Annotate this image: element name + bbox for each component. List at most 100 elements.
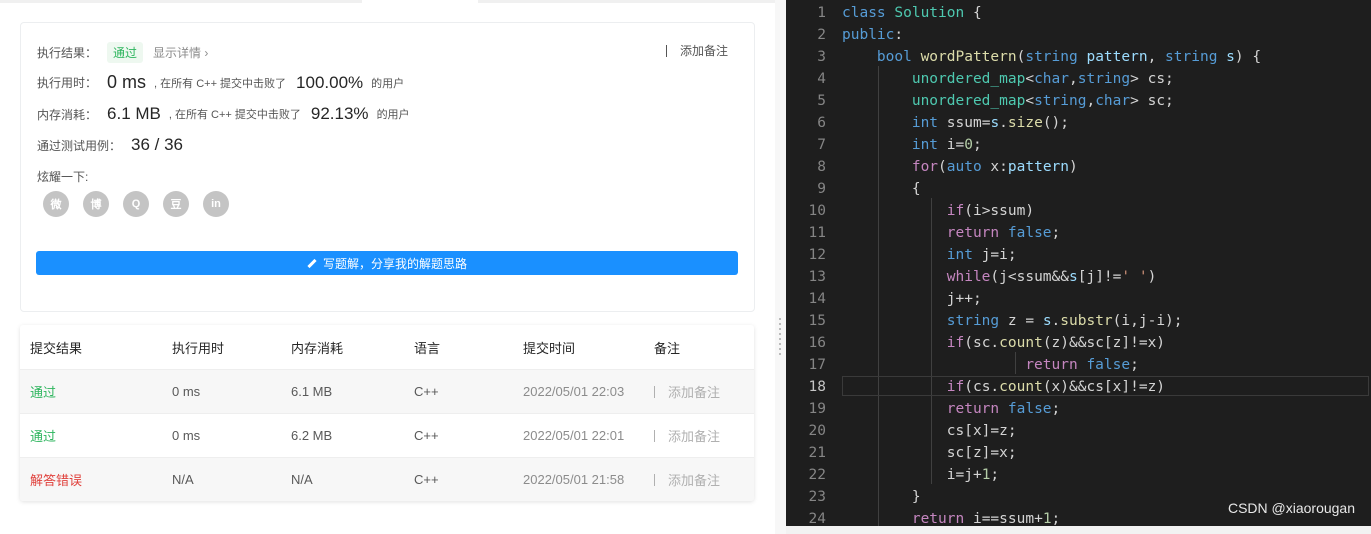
code-text: sc[z]=x; — [842, 445, 1017, 461]
write-solution-label: 写题解，分享我的解题思路 — [322, 256, 467, 271]
code-text: int j=i; — [946, 247, 1017, 263]
code-text: if(cs.count(x)&&cs[x]!=z) — [946, 379, 1166, 395]
douban-icon[interactable]: 豆 — [163, 191, 189, 217]
code-line[interactable]: 11 return false; — [786, 222, 1371, 244]
testcases-row: 通过测试用例： 36 / 36 — [37, 135, 183, 155]
code-text: if(sc.count(z)&&sc[z]!=x) — [946, 335, 1166, 351]
code-text: unordered_map<string,char> sc; — [911, 93, 1174, 109]
panel-divider — [775, 0, 786, 534]
row-language: C++ — [414, 384, 439, 399]
code-text: string z = s.substr(i,j-i); — [946, 313, 1183, 329]
row-result[interactable]: 解答错误 — [30, 458, 82, 501]
wechat-icon[interactable]: 微 — [43, 191, 69, 217]
code-line[interactable]: 19 return false; — [786, 398, 1371, 420]
code-line[interactable]: 23 } — [786, 486, 1371, 508]
row-runtime: N/A — [172, 472, 194, 487]
table-header: 提交结果 执行用时 内存消耗 语言 提交时间 备注 — [20, 325, 754, 370]
code-line[interactable]: 14 j++; — [786, 288, 1371, 310]
pencil-icon — [307, 258, 317, 268]
weibo-icon[interactable]: 博 — [83, 191, 109, 217]
row-result[interactable]: 通过 — [30, 370, 56, 413]
code-text: return false; — [946, 401, 1061, 417]
row-result[interactable]: 通过 — [30, 414, 56, 457]
result-card: 执行结果： 通过 显示详情 › 添加备注 执行用时： 0 ms , 在所有 C+… — [20, 22, 755, 312]
code-line[interactable]: 22 i=j+1; — [786, 464, 1371, 486]
code-text: int i=0; — [911, 137, 982, 153]
code-line[interactable]: 4 unordered_map<char,string> cs; — [786, 68, 1371, 90]
code-line[interactable]: 16 if(sc.count(z)&&sc[z]!=x) — [786, 332, 1371, 354]
row-add-note-button[interactable]: 添加备注 — [654, 370, 720, 413]
header-language: 语言 — [414, 340, 441, 356]
code-text: return false; — [1025, 357, 1139, 373]
code-line[interactable]: 18 if(cs.count(x)&&cs[x]!=z) — [786, 376, 1371, 398]
active-tab-indicator[interactable] — [362, 0, 478, 3]
code-text: i=j+1; — [842, 467, 1000, 483]
code-text: class Solution { — [842, 5, 982, 21]
line-number: 7 — [817, 137, 826, 153]
code-line[interactable]: 6 int ssum=s.size(); — [786, 112, 1371, 134]
flag-icon — [654, 473, 664, 486]
runtime-beat-text: , 在所有 C++ 提交中击败了 — [154, 77, 287, 90]
row-submit-time: 2022/05/01 21:58 — [523, 472, 625, 487]
flag-icon — [654, 429, 664, 442]
code-line[interactable]: 2 public: — [786, 24, 1371, 46]
line-number: 13 — [808, 269, 826, 285]
resize-handle[interactable] — [779, 318, 781, 358]
linkedin-icon[interactable]: in — [203, 191, 229, 217]
code-line[interactable]: 13 while(j<ssum&&s[j]!=' ') — [786, 266, 1371, 288]
qq-icon[interactable]: Q — [123, 191, 149, 217]
code-line[interactable]: 10 if(i>ssum) — [786, 200, 1371, 222]
code-text: { — [842, 181, 921, 197]
line-number: 6 — [817, 115, 826, 131]
code-line[interactable]: 1 class Solution { — [786, 2, 1371, 24]
code-line[interactable]: 8 for(auto x:pattern) — [786, 156, 1371, 178]
line-number: 1 — [817, 5, 826, 21]
row-submit-time: 2022/05/01 22:03 — [523, 384, 625, 399]
code-line[interactable]: 20 cs[x]=z; — [786, 420, 1371, 442]
header-result: 提交结果 — [30, 340, 83, 356]
line-number: 8 — [817, 159, 826, 175]
row-add-note-button[interactable]: 添加备注 — [654, 458, 720, 501]
code-text: unordered_map<char,string> cs; — [911, 71, 1174, 87]
code-line[interactable]: 17 return false; — [786, 354, 1371, 376]
code-text: if(i>ssum) — [946, 203, 1035, 219]
code-line[interactable]: 15 string z = s.substr(i,j-i); — [786, 310, 1371, 332]
table-row: 解答错误 N/A N/A C++ 2022/05/01 21:58 添加备注 — [20, 458, 754, 501]
row-language: C++ — [414, 472, 439, 487]
row-add-note-label: 添加备注 — [668, 385, 721, 400]
table-row: 通过 0 ms 6.2 MB C++ 2022/05/01 22:01 添加备注 — [20, 414, 754, 458]
code-line[interactable]: 21 sc[z]=x; — [786, 442, 1371, 464]
line-number: 9 — [817, 181, 826, 197]
code-line[interactable]: 9 { — [786, 178, 1371, 200]
status-badge: 通过 — [107, 42, 144, 63]
row-add-note-label: 添加备注 — [668, 429, 721, 444]
memory-row: 内存消耗： 6.1 MB , 在所有 C++ 提交中击败了 92.13% 的用户 — [37, 104, 410, 124]
header-note: 备注 — [654, 340, 681, 356]
code-line[interactable]: 24 return i==ssum+1; — [786, 508, 1371, 526]
code-editor[interactable]: CSDN @xiaorougan 1 class Solution {2 publi… — [786, 0, 1371, 526]
code-text: int ssum=s.size(); — [911, 115, 1070, 131]
line-number: 24 — [808, 511, 826, 526]
code-line[interactable]: 5 unordered_map<string,char> sc; — [786, 90, 1371, 112]
code-line[interactable]: 3 bool wordPattern(string pattern, strin… — [786, 46, 1371, 68]
line-number: 12 — [808, 247, 826, 263]
memory-users-suffix: 的用户 — [376, 109, 410, 121]
add-note-button[interactable]: 添加备注 — [665, 42, 728, 59]
line-number: 21 — [808, 445, 826, 461]
write-solution-button[interactable]: 写题解，分享我的解题思路 — [36, 251, 738, 275]
line-number: 16 — [808, 335, 826, 351]
line-number: 15 — [808, 313, 826, 329]
show-details-link[interactable]: 显示详情 › — [153, 44, 208, 61]
code-line[interactable]: 7 int i=0; — [786, 134, 1371, 156]
row-add-note-button[interactable]: 添加备注 — [654, 414, 720, 457]
submissions-table: 提交结果 执行用时 内存消耗 语言 提交时间 备注 通过 0 ms 6.1 MB… — [20, 325, 754, 501]
line-number: 4 — [817, 71, 826, 87]
line-number: 23 — [808, 489, 826, 505]
header-submit-time: 提交时间 — [523, 340, 576, 356]
code-text: } — [842, 489, 921, 505]
row-memory: N/A — [291, 472, 313, 487]
testcases-label: 通过测试用例： — [37, 138, 122, 153]
code-text: while(j<ssum&&s[j]!=' ') — [946, 269, 1157, 285]
code-text: return false; — [946, 225, 1061, 241]
code-line[interactable]: 12 int j=i; — [786, 244, 1371, 266]
